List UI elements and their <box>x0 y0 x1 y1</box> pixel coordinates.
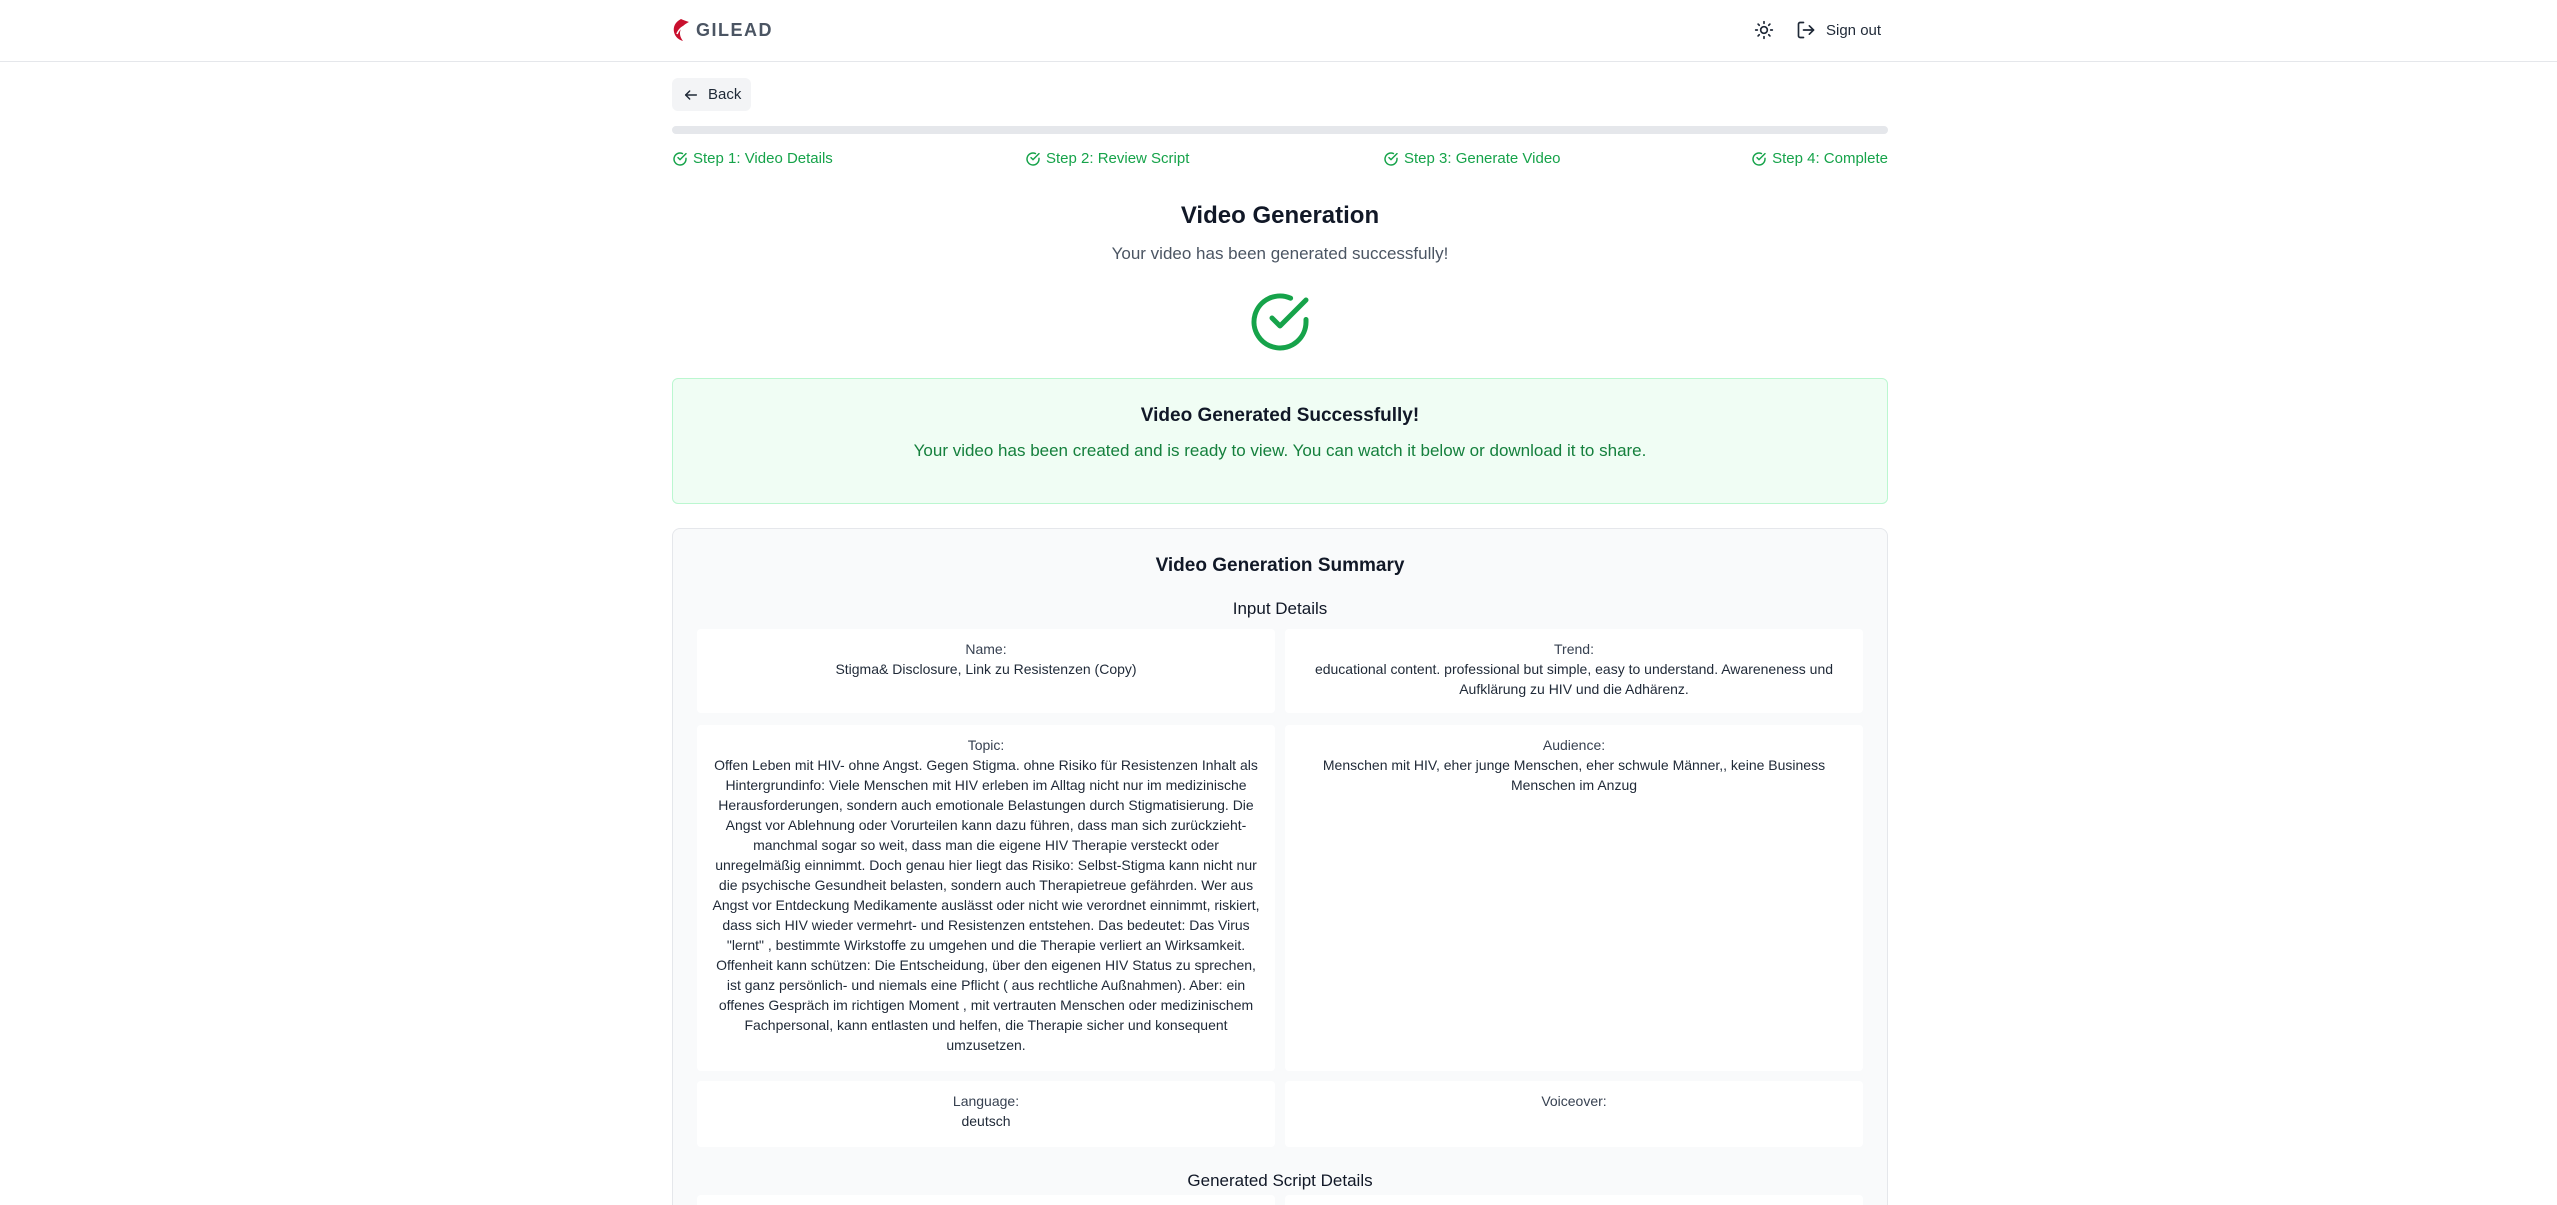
summary-panel: Video Generation Summary Input Details N… <box>672 528 1888 1205</box>
language-label: Language: <box>952 1093 1020 1109</box>
language-value: deutsch <box>961 1113 1011 1129</box>
check-circle-icon <box>673 151 687 166</box>
gilead-logo-icon <box>673 19 689 41</box>
gilead-logo[interactable]: GILEAD <box>672 18 773 42</box>
sign-out-label: Sign out <box>1826 21 1882 39</box>
top-bar: GILEAD Sign out <box>0 0 2557 62</box>
step-4-label: Step 4: Complete <box>1772 150 1888 167</box>
logo-text: GILEAD <box>696 19 774 40</box>
trend-card: Trend: educational content. professional… <box>1285 629 1863 713</box>
step-2-label: Step 2: Review Script <box>1046 150 1190 167</box>
theme-toggle-button[interactable] <box>1752 18 1776 42</box>
language-card: Language: deutsch <box>697 1081 1275 1147</box>
trend-label: Trend: <box>1554 641 1594 657</box>
success-check-icon <box>1251 293 1309 351</box>
back-button[interactable]: Back <box>672 78 751 111</box>
audience-value: Menschen mit HIV, eher junge Menschen, e… <box>1322 757 1826 793</box>
page-title: Video Generation <box>1180 202 1380 229</box>
audience-label: Audience: <box>1542 737 1606 753</box>
topic-value: Offen Leben mit HIV- ohne Angst. Gegen S… <box>712 757 1260 1053</box>
sun-icon <box>1754 20 1774 40</box>
script-card-left <box>697 1195 1275 1205</box>
voiceover-label: Voiceover: <box>1541 1093 1607 1109</box>
back-label: Back <box>708 86 742 103</box>
arrow-left-icon <box>684 89 698 100</box>
step-1[interactable]: Step 1: Video Details <box>672 150 833 167</box>
success-message: Your video has been created and is ready… <box>913 441 1647 460</box>
step-3-label: Step 3: Generate Video <box>1404 150 1561 167</box>
name-label: Name: <box>965 641 1007 657</box>
voiceover-card: Voiceover: <box>1285 1081 1863 1147</box>
script-card-right <box>1285 1195 1863 1205</box>
progress-bar <box>672 126 1888 134</box>
summary-title: Video Generation Summary <box>1155 555 1405 576</box>
step-3[interactable]: Step 3: Generate Video <box>1383 150 1561 167</box>
sign-out-icon <box>1797 21 1815 39</box>
script-details-title: Generated Script Details <box>1187 1171 1373 1190</box>
name-value: Stigma& Disclosure, Link zu Resistenzen … <box>835 661 1137 677</box>
check-circle-icon <box>1384 151 1398 166</box>
sign-out-button[interactable]: Sign out <box>1796 16 1881 44</box>
check-circle-icon <box>1026 151 1040 166</box>
step-indicator: Step 1: Video Details Step 2: Review Scr… <box>672 150 1888 170</box>
step-2[interactable]: Step 2: Review Script <box>1025 150 1189 167</box>
success-title: Video Generated Successfully! <box>1140 405 1420 426</box>
topic-card: Topic: Offen Leben mit HIV- ohne Angst. … <box>697 725 1275 1071</box>
success-alert: Video Generated Successfully! Your video… <box>672 378 1888 504</box>
step-4[interactable]: Step 4: Complete <box>1751 150 1888 167</box>
page-subtitle: Your video has been generated successful… <box>1111 244 1449 263</box>
topic-label: Topic: <box>967 737 1005 753</box>
check-circle-icon <box>1752 151 1766 166</box>
trend-value: educational content. professional but si… <box>1314 661 1834 697</box>
name-card: Name: Stigma& Disclosure, Link zu Resist… <box>697 629 1275 713</box>
step-1-label: Step 1: Video Details <box>693 150 833 167</box>
audience-card: Audience: Menschen mit HIV, eher junge M… <box>1285 725 1863 1071</box>
input-details-title: Input Details <box>1232 599 1328 618</box>
